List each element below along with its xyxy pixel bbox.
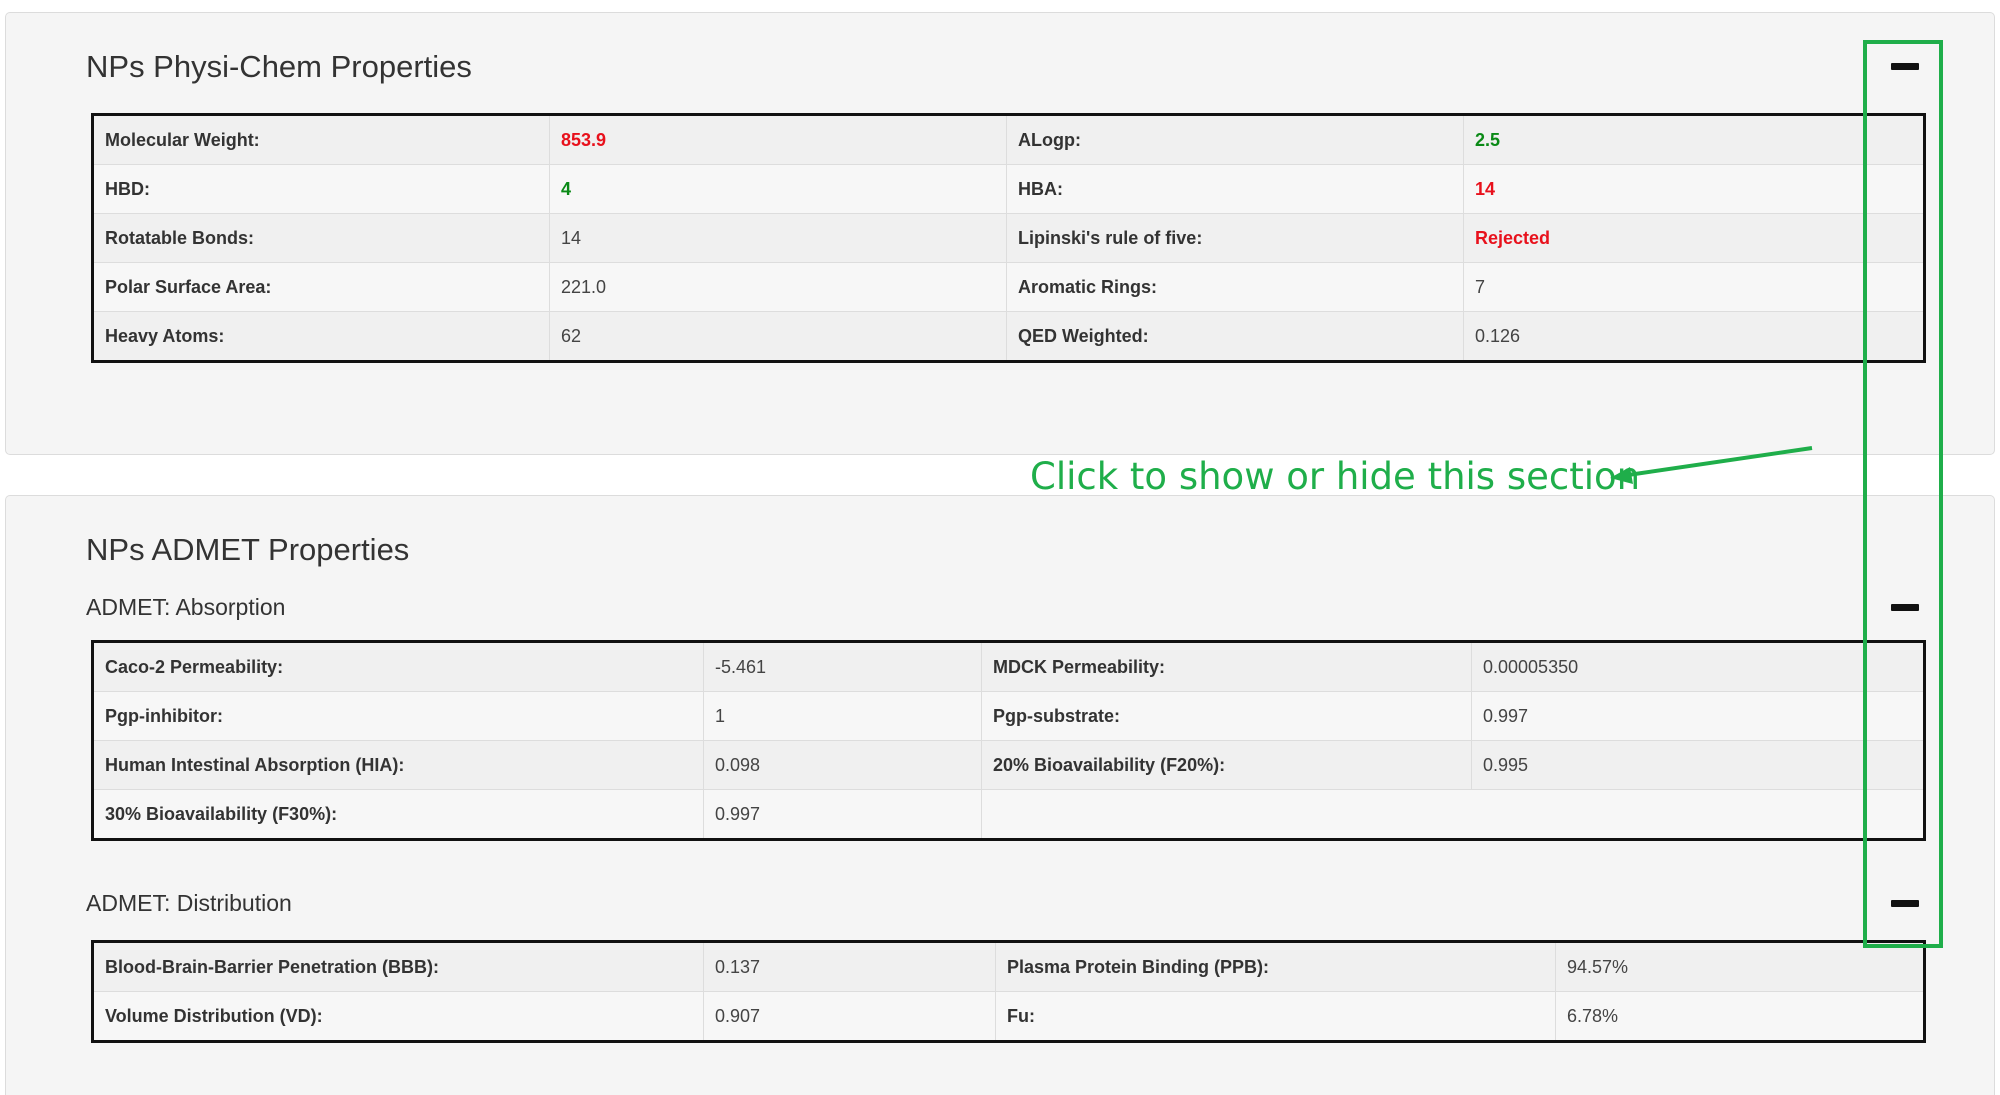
ppb-label: Plasma Protein Binding (PPB): bbox=[995, 941, 1556, 992]
fu-label: Fu: bbox=[995, 991, 1556, 1042]
absorption-collapse-minus-icon[interactable] bbox=[1891, 604, 1919, 611]
rotatable-bonds-label: Rotatable Bonds: bbox=[92, 213, 550, 263]
table-row: Polar Surface Area: 221.0 Aromatic Rings… bbox=[92, 262, 1925, 312]
table-row: Volume Distribution (VD): 0.907 Fu: 6.78… bbox=[92, 991, 1925, 1042]
f20-value: 0.995 bbox=[1471, 740, 1925, 790]
qed-weighted-value: 0.126 bbox=[1463, 311, 1925, 362]
distribution-table: Blood-Brain-Barrier Penetration (BBB): 0… bbox=[91, 940, 1926, 1043]
pgp-inhibitor-value: 1 bbox=[703, 691, 982, 741]
caco2-value: -5.461 bbox=[703, 641, 982, 692]
mdck-label: MDCK Permeability: bbox=[981, 641, 1472, 692]
heavy-atoms-label: Heavy Atoms: bbox=[92, 311, 550, 362]
aromatic-rings-label: Aromatic Rings: bbox=[1006, 262, 1464, 312]
table-row: Rotatable Bonds: 14 Lipinski's rule of f… bbox=[92, 213, 1925, 263]
empty-cell bbox=[981, 789, 1925, 840]
hbd-label: HBD: bbox=[92, 164, 550, 214]
table-row: Blood-Brain-Barrier Penetration (BBB): 0… bbox=[92, 941, 1925, 992]
molecular-weight-label: Molecular Weight: bbox=[92, 114, 550, 165]
rotatable-bonds-value: 14 bbox=[549, 213, 1007, 263]
hbd-value: 4 bbox=[549, 164, 1007, 214]
vd-value: 0.907 bbox=[703, 991, 996, 1042]
lipinski-label: Lipinski's rule of five: bbox=[1006, 213, 1464, 263]
table-row: 30% Bioavailability (F30%): 0.997 bbox=[92, 789, 1925, 840]
fu-value: 6.78% bbox=[1555, 991, 1925, 1042]
pgp-inhibitor-label: Pgp-inhibitor: bbox=[92, 691, 704, 741]
mdck-value: 0.00005350 bbox=[1471, 641, 1925, 692]
table-row: Human Intestinal Absorption (HIA): 0.098… bbox=[92, 740, 1925, 790]
physichem-table: Molecular Weight: 853.9 ALogp: 2.5 HBD: … bbox=[91, 113, 1926, 363]
table-row: Caco-2 Permeability: -5.461 MDCK Permeab… bbox=[92, 641, 1925, 692]
f20-label: 20% Bioavailability (F20%): bbox=[981, 740, 1472, 790]
molecular-weight-value: 853.9 bbox=[549, 114, 1007, 165]
qed-weighted-label: QED Weighted: bbox=[1006, 311, 1464, 362]
bbb-label: Blood-Brain-Barrier Penetration (BBB): bbox=[92, 941, 704, 992]
absorption-section-title: ADMET: Absorption bbox=[86, 594, 286, 620]
pgp-substrate-value: 0.997 bbox=[1471, 691, 1925, 741]
vd-label: Volume Distribution (VD): bbox=[92, 991, 704, 1042]
table-row: Molecular Weight: 853.9 ALogp: 2.5 bbox=[92, 114, 1925, 165]
absorption-table: Caco-2 Permeability: -5.461 MDCK Permeab… bbox=[91, 640, 1926, 841]
bbb-value: 0.137 bbox=[703, 941, 996, 992]
alogp-label: ALogp: bbox=[1006, 114, 1464, 165]
hba-value: 14 bbox=[1463, 164, 1925, 214]
table-row: HBD: 4 HBA: 14 bbox=[92, 164, 1925, 214]
hia-label: Human Intestinal Absorption (HIA): bbox=[92, 740, 704, 790]
annotation-text: Click to show or hide this section bbox=[1030, 455, 1641, 498]
polar-surface-area-label: Polar Surface Area: bbox=[92, 262, 550, 312]
hia-value: 0.098 bbox=[703, 740, 982, 790]
alogp-value: 2.5 bbox=[1463, 114, 1925, 165]
table-row: Heavy Atoms: 62 QED Weighted: 0.126 bbox=[92, 311, 1925, 362]
hba-label: HBA: bbox=[1006, 164, 1464, 214]
table-row: Pgp-inhibitor: 1 Pgp-substrate: 0.997 bbox=[92, 691, 1925, 741]
physichem-panel: NPs Physi-Chem Properties Molecular Weig… bbox=[5, 12, 1995, 455]
annotation-arrow-icon bbox=[1610, 446, 1813, 484]
ppb-value: 94.57% bbox=[1555, 941, 1925, 992]
pgp-substrate-label: Pgp-substrate: bbox=[981, 691, 1472, 741]
admet-panel: NPs ADMET Properties ADMET: Absorption C… bbox=[5, 495, 1995, 1095]
admet-panel-title: NPs ADMET Properties bbox=[86, 532, 410, 567]
lipinski-value: Rejected bbox=[1463, 213, 1925, 263]
heavy-atoms-value: 62 bbox=[549, 311, 1007, 362]
distribution-section-title: ADMET: Distribution bbox=[86, 890, 292, 916]
f30-value: 0.997 bbox=[703, 789, 982, 840]
physichem-collapse-minus-icon[interactable] bbox=[1891, 63, 1919, 70]
polar-surface-area-value: 221.0 bbox=[549, 262, 1007, 312]
caco2-label: Caco-2 Permeability: bbox=[92, 641, 704, 692]
physichem-panel-title: NPs Physi-Chem Properties bbox=[86, 49, 472, 84]
f30-label: 30% Bioavailability (F30%): bbox=[92, 789, 704, 840]
distribution-collapse-minus-icon[interactable] bbox=[1891, 900, 1919, 907]
aromatic-rings-value: 7 bbox=[1463, 262, 1925, 312]
